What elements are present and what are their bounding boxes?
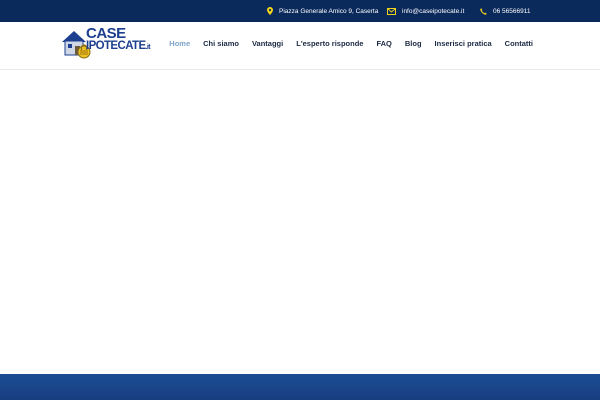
location-pin-icon xyxy=(267,7,273,15)
address-text: Piazza Generale Amico 9, Caserta xyxy=(279,7,379,15)
nav-inserisci-pratica[interactable]: Inserisci pratica xyxy=(435,39,492,48)
phone-link[interactable]: 06 56566911 xyxy=(493,8,530,15)
nav-chi-siamo[interactable]: Chi siamo xyxy=(203,39,239,48)
nav-contatti[interactable]: Contatti xyxy=(505,39,533,48)
top-info-bar: Piazza Generale Amico 9, Caserta info@ca… xyxy=(0,0,600,22)
site-logo[interactable]: CASE IPOTECATE.it xyxy=(60,26,164,60)
logo-text-ipotecate: IPOTECATE.it xyxy=(86,40,151,54)
nav-blog[interactable]: Blog xyxy=(405,39,422,48)
main-nav: Home Chi siamo Vantaggi L'esperto rispon… xyxy=(156,39,533,48)
nav-esperto-risponde[interactable]: L'esperto risponde xyxy=(296,39,363,48)
nav-home[interactable]: Home xyxy=(169,39,190,48)
nav-faq[interactable]: FAQ xyxy=(376,39,391,48)
phone-item[interactable]: 06 56566911 xyxy=(480,0,530,22)
site-header: CASE IPOTECATE.it Home Chi siamo Vantagg… xyxy=(0,22,600,70)
logo-text-tld: .it xyxy=(145,44,151,51)
main-content xyxy=(0,70,600,374)
logo-text-case: CASE xyxy=(86,25,126,42)
footer-band xyxy=(0,374,600,400)
email-link[interactable]: info@caseipotecate.it xyxy=(402,8,464,15)
envelope-icon xyxy=(387,7,396,15)
nav-vantaggi[interactable]: Vantaggi xyxy=(252,39,283,48)
phone-icon xyxy=(480,7,487,15)
address-item: Piazza Generale Amico 9, Caserta xyxy=(267,0,378,22)
logo-text-main: IPOTECATE xyxy=(86,40,146,52)
email-item[interactable]: info@caseipotecate.it xyxy=(387,0,464,22)
